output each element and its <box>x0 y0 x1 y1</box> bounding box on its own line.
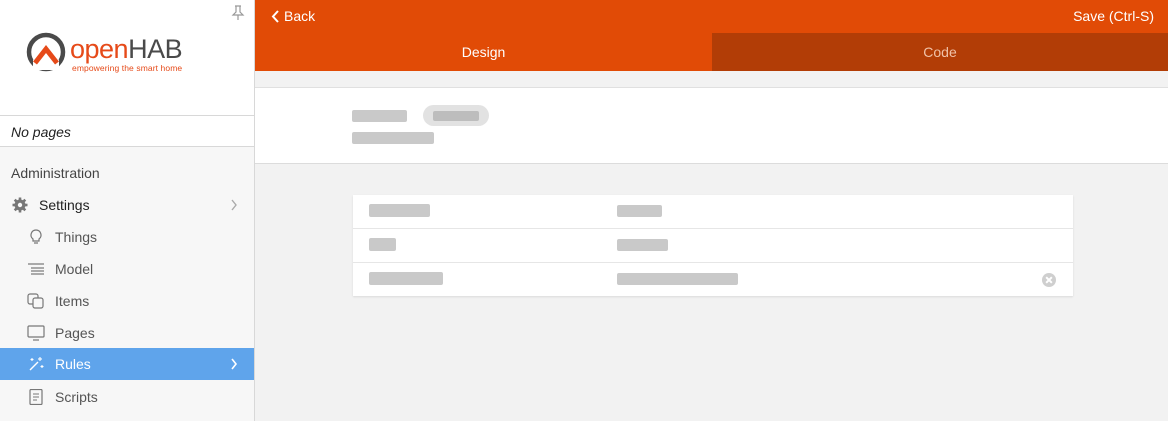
top-navbar: Back Save (Ctrl-S) Design Code <box>255 0 1168 71</box>
tab-design[interactable]: Design <box>255 33 712 71</box>
pin-icon[interactable] <box>231 5 245 21</box>
skeleton-label <box>369 238 396 251</box>
sidebar-item-label: Things <box>55 229 98 245</box>
gear-icon <box>12 197 28 213</box>
skeleton-title <box>352 110 407 122</box>
back-label: Back <box>284 8 316 24</box>
chevron-right-icon <box>231 358 238 370</box>
logo-open-text: open <box>70 34 129 64</box>
sidebar-item-label: Pages <box>55 325 95 341</box>
skeleton-value <box>617 239 668 251</box>
sidebar-item-scripts[interactable]: Scripts <box>0 381 254 413</box>
administration-heading: Administration <box>11 165 100 181</box>
skeleton-label <box>369 204 430 217</box>
sidebar-item-pages[interactable]: Pages <box>0 317 254 349</box>
skeleton-value <box>617 273 738 285</box>
sidebar-item-label: Settings <box>39 197 90 213</box>
sidebar: openHAB empowering the smart home No pag… <box>0 0 255 421</box>
skeleton-value <box>617 205 662 217</box>
sidebar-item-rules[interactable]: Rules <box>0 348 254 380</box>
back-button[interactable]: Back <box>271 8 315 24</box>
sidebar-item-label: Items <box>55 293 90 309</box>
sidebar-item-things[interactable]: Things <box>0 221 254 253</box>
list-tree-icon <box>28 263 44 275</box>
skeleton-subtitle <box>352 132 434 144</box>
lightbulb-icon <box>30 229 42 244</box>
chevron-right-icon <box>231 199 237 211</box>
sidebar-item-model[interactable]: Model <box>0 253 254 285</box>
openhab-logo[interactable]: openHAB empowering the smart home <box>26 30 226 80</box>
rule-editor-content <box>255 71 1168 421</box>
tab-code[interactable]: Code <box>712 33 1168 71</box>
sidebar-item-label: Scripts <box>55 389 98 405</box>
list-item[interactable] <box>353 195 1073 229</box>
rule-summary-block <box>255 87 1168 164</box>
skeleton-chip-text <box>433 111 479 121</box>
logo-area: openHAB empowering the smart home <box>0 0 254 116</box>
skeleton-status-chip <box>423 105 489 126</box>
list-item[interactable] <box>353 229 1073 263</box>
sidebar-item-label: Rules <box>55 356 91 372</box>
sidebar-item-label: Model <box>55 261 94 277</box>
sidebar-item-items[interactable]: Items <box>0 285 254 317</box>
logo-tagline: empowering the smart home <box>72 63 183 73</box>
rule-properties-list <box>353 195 1073 296</box>
skeleton-label <box>369 272 443 285</box>
chevron-left-icon <box>271 9 279 23</box>
document-icon <box>29 389 43 405</box>
openhab-logo-icon <box>26 32 66 72</box>
sidebar-item-settings[interactable]: Settings <box>0 189 254 221</box>
no-pages-label: No pages <box>0 116 254 147</box>
save-button[interactable]: Save (Ctrl-S) <box>1073 8 1154 24</box>
squares-icon <box>27 293 44 309</box>
logo-hab-text: HAB <box>128 34 183 64</box>
magic-wand-icon <box>29 357 44 371</box>
clear-icon[interactable] <box>1042 273 1056 287</box>
monitor-icon <box>27 325 45 341</box>
list-item[interactable] <box>353 263 1073 297</box>
logo-wordmark: openHAB <box>70 34 183 64</box>
